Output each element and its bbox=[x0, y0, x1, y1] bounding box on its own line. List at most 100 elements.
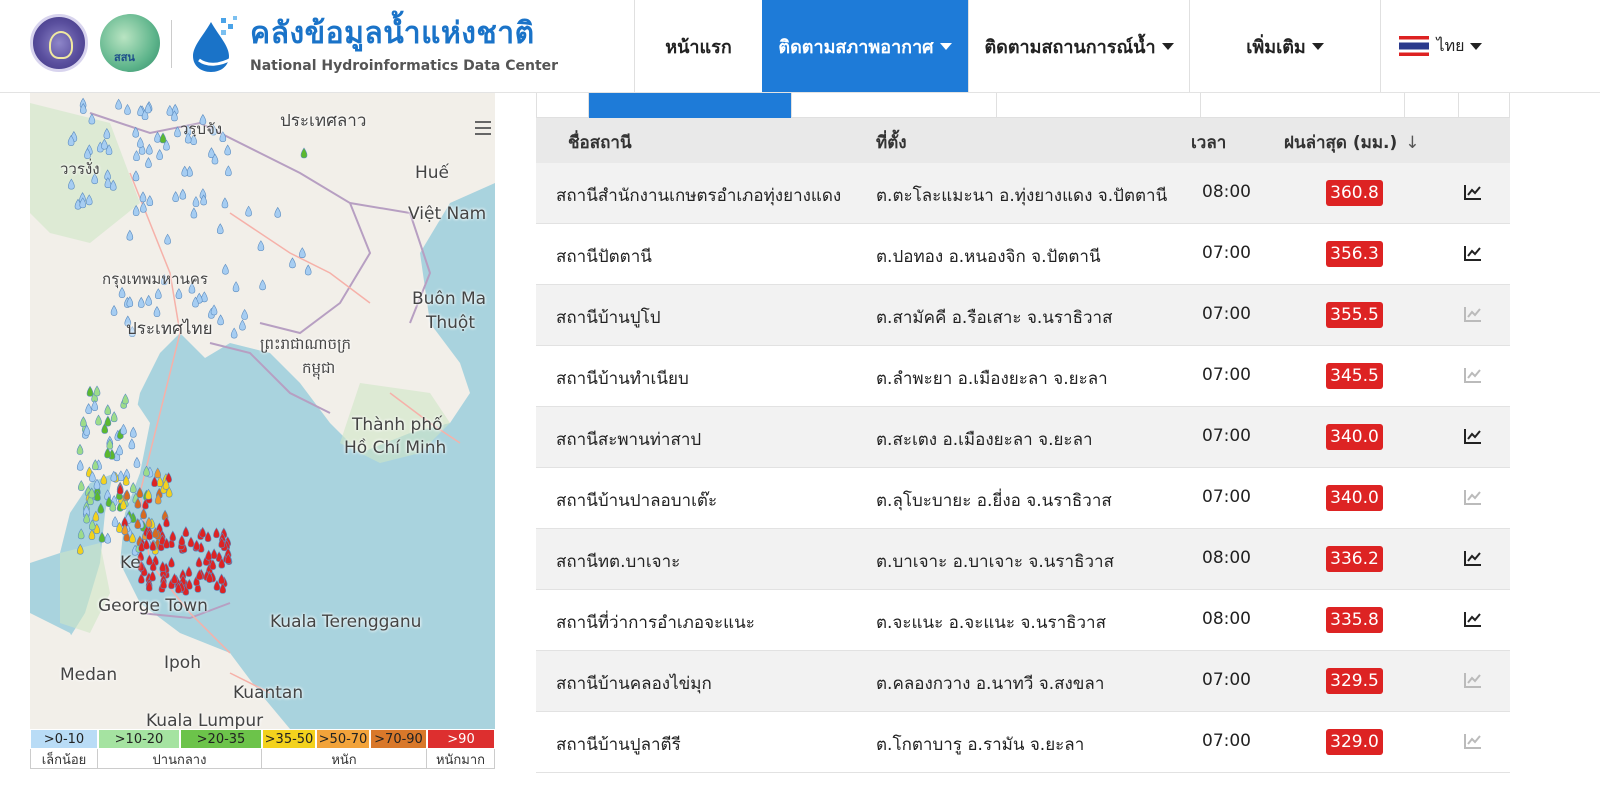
column-header-rain-label: ฝนล่าสุด (มม.) bbox=[1284, 133, 1398, 153]
rain-station-marker[interactable] bbox=[210, 548, 218, 560]
line-chart-icon[interactable] bbox=[1464, 550, 1482, 566]
station-location: ต.สามัคคี อ.รือเสาะ จ.นราธิวาส bbox=[876, 308, 1113, 328]
station-name[interactable]: สถานีที่ว่าการอำเภอจะแนะ bbox=[556, 609, 755, 636]
line-chart-icon[interactable] bbox=[1464, 184, 1482, 200]
map-basemap bbox=[30, 93, 495, 729]
rain-station-marker[interactable] bbox=[77, 528, 85, 540]
rain-station-marker[interactable] bbox=[92, 510, 100, 522]
observation-time: 07:00 bbox=[1202, 243, 1251, 263]
table-row[interactable]: สถานีสำนักงานเกษตรอำเภอทุ่งยางแดง ต.ตะโละ… bbox=[536, 163, 1510, 224]
map-layer-menu-icon[interactable] bbox=[475, 121, 491, 135]
station-name[interactable]: สถานีสำนักงานเกษตรอำเภอทุ่งยางแดง bbox=[556, 182, 841, 209]
column-header-time[interactable]: เวลา bbox=[1191, 129, 1226, 156]
table-row[interactable]: สถานีบ้านปูโป ต.สามัคคี อ.รือเสาะ จ.นราธิ… bbox=[536, 285, 1510, 346]
map-label-kedah: Ke bbox=[120, 553, 141, 573]
table-row[interactable]: สถานีบ้านคลองไข่มุก ต.คลองกวาง อ.นาทวี จ.… bbox=[536, 651, 1510, 712]
rain-station-marker[interactable] bbox=[149, 570, 156, 582]
rain-station-marker[interactable] bbox=[186, 578, 193, 590]
table-row[interactable]: สถานีบ้านทำเนียบ ต.ลำพะยา อ.เมืองยะลา จ.ย… bbox=[536, 346, 1510, 407]
rain-station-marker[interactable] bbox=[171, 573, 178, 584]
rain-station-marker[interactable] bbox=[146, 554, 153, 566]
rain-station-marker[interactable] bbox=[140, 508, 147, 520]
site-subtitle: National Hydroinformatics Data Center bbox=[250, 58, 559, 74]
rain-station-marker[interactable] bbox=[151, 476, 158, 487]
station-name[interactable]: สถานีบ้านปูโป bbox=[556, 304, 661, 331]
rain-station-marker[interactable] bbox=[204, 531, 212, 543]
tab-segment[interactable] bbox=[996, 93, 1200, 118]
line-chart-icon[interactable] bbox=[1464, 672, 1482, 688]
legend-category-light: เล็กน้อย bbox=[30, 749, 98, 769]
table-row[interactable]: สถานีปัตตานี ต.ปอทอง อ.หนองจิก จ.ปัตตานี 0… bbox=[536, 224, 1510, 285]
language-selector[interactable]: ไทย bbox=[1380, 0, 1500, 92]
rain-station-marker[interactable] bbox=[154, 467, 162, 479]
rain-station-marker[interactable] bbox=[205, 549, 212, 561]
rainfall-map[interactable]: ประเทศลาว วรฺบจัง ววรงั่ง Huế Việt Nam ก… bbox=[30, 93, 495, 729]
rain-station-marker[interactable] bbox=[182, 526, 190, 537]
rain-station-marker[interactable] bbox=[143, 465, 150, 477]
language-label: ไทย bbox=[1436, 35, 1465, 55]
column-header-station[interactable]: ชื่อสถานี bbox=[568, 129, 632, 156]
table-row[interactable]: สถานีบ้านปูลาตีรี ต.โกตาบารู อ.รามัน จ.ยะ… bbox=[536, 712, 1510, 773]
observation-time: 07:00 bbox=[1202, 304, 1251, 324]
rain-station-marker[interactable] bbox=[169, 530, 177, 542]
station-location: ต.สะเตง อ.เมืองยะลา จ.ยะลา bbox=[876, 430, 1093, 450]
rain-station-marker[interactable] bbox=[136, 487, 144, 498]
line-chart-icon[interactable] bbox=[1464, 733, 1482, 749]
rainfall-badge: 335.8 bbox=[1326, 607, 1383, 633]
station-name[interactable]: สถานีบ้านทำเนียบ bbox=[556, 365, 689, 392]
rain-station-marker[interactable] bbox=[178, 534, 186, 546]
hii-logo-text: สสน bbox=[114, 51, 135, 64]
rain-station-marker[interactable] bbox=[193, 539, 200, 551]
rain-station-marker[interactable] bbox=[97, 502, 105, 514]
table-row[interactable]: สถานีสะพานท่าสาป ต.สะเตง อ.เมืองยะลา จ.ยะ… bbox=[536, 407, 1510, 468]
rain-station-marker[interactable] bbox=[76, 543, 84, 555]
tab-segment-active[interactable] bbox=[588, 93, 791, 118]
tab-segment[interactable] bbox=[791, 93, 996, 118]
observation-time: 08:00 bbox=[1202, 548, 1251, 568]
nav-water-situation[interactable]: ติดตามสถานการณ์น้ำ bbox=[968, 0, 1189, 92]
tab-segment[interactable] bbox=[1458, 93, 1510, 118]
rain-station-marker[interactable] bbox=[159, 561, 167, 572]
hii-logo[interactable]: สสน bbox=[100, 14, 160, 72]
column-header-location[interactable]: ที่ตั้ง bbox=[876, 129, 907, 156]
tab-segment[interactable] bbox=[536, 93, 588, 118]
nav-weather[interactable]: ติดตามสภาพอากาศ bbox=[762, 0, 968, 92]
rainfall-badge: 329.5 bbox=[1326, 668, 1383, 694]
table-row[interactable]: สถานีบ้านปาลอบาเต๊ะ ต.ลุโบะบายะ อ.ยี่งอ จ… bbox=[536, 468, 1510, 529]
arrow-down-icon[interactable]: ↓ bbox=[1405, 133, 1419, 153]
rain-station-marker[interactable] bbox=[199, 526, 206, 538]
rain-station-marker[interactable] bbox=[213, 527, 220, 539]
nav-more[interactable]: เพิ่มเติม bbox=[1189, 0, 1380, 92]
tab-segment[interactable] bbox=[1200, 93, 1404, 118]
station-name[interactable]: สถานีบ้านปูลาตีรี bbox=[556, 731, 681, 758]
rain-station-marker[interactable] bbox=[218, 573, 225, 585]
rain-station-marker[interactable] bbox=[168, 556, 175, 568]
tab-segment[interactable] bbox=[1404, 93, 1458, 118]
water-drop-logo-icon[interactable] bbox=[187, 14, 241, 74]
university-seal-logo[interactable] bbox=[30, 14, 88, 72]
line-chart-icon[interactable] bbox=[1464, 367, 1482, 383]
rain-station-marker[interactable] bbox=[185, 566, 193, 577]
table-row[interactable]: สถานีที่ว่าการอำเภอจะแนะ ต.จะแนะ อ.จะแนะ … bbox=[536, 590, 1510, 651]
map-label-hcm-1: Thành phố bbox=[352, 415, 443, 435]
rain-station-marker[interactable] bbox=[145, 516, 153, 528]
table-row[interactable]: สถานีทต.บาเจาะ ต.บาเจาะ อ.บาเจาะ จ.นราธิว… bbox=[536, 529, 1510, 590]
nav-home[interactable]: หน้าแรก bbox=[634, 0, 762, 92]
site-title[interactable]: คลังข้อมูลน้ำแห่งชาติ bbox=[250, 10, 535, 57]
rain-station-marker[interactable] bbox=[88, 519, 96, 531]
station-name[interactable]: สถานีสะพานท่าสาป bbox=[556, 426, 701, 453]
line-chart-icon[interactable] bbox=[1464, 489, 1482, 505]
line-chart-icon[interactable] bbox=[1464, 428, 1482, 444]
station-name[interactable]: สถานีบ้านคลองไข่มุก bbox=[556, 670, 712, 697]
legend-range-5: >70-90 bbox=[370, 729, 427, 749]
station-name[interactable]: สถานีทต.บาเจาะ bbox=[556, 548, 680, 575]
legend-ranges: >0-10 >10-20 >20-35 >35-50 >50-70 >70-90… bbox=[30, 729, 495, 749]
line-chart-icon[interactable] bbox=[1464, 611, 1482, 627]
line-chart-icon[interactable] bbox=[1464, 306, 1482, 322]
station-name[interactable]: สถานีปัตตานี bbox=[556, 243, 652, 270]
rain-station-marker[interactable] bbox=[195, 556, 203, 568]
station-name[interactable]: สถานีบ้านปาลอบาเต๊ะ bbox=[556, 487, 717, 514]
line-chart-icon[interactable] bbox=[1464, 245, 1482, 261]
rain-station-marker[interactable] bbox=[187, 536, 195, 548]
column-header-rain[interactable]: ฝนล่าสุด (มม.) ↓ bbox=[1284, 129, 1420, 156]
